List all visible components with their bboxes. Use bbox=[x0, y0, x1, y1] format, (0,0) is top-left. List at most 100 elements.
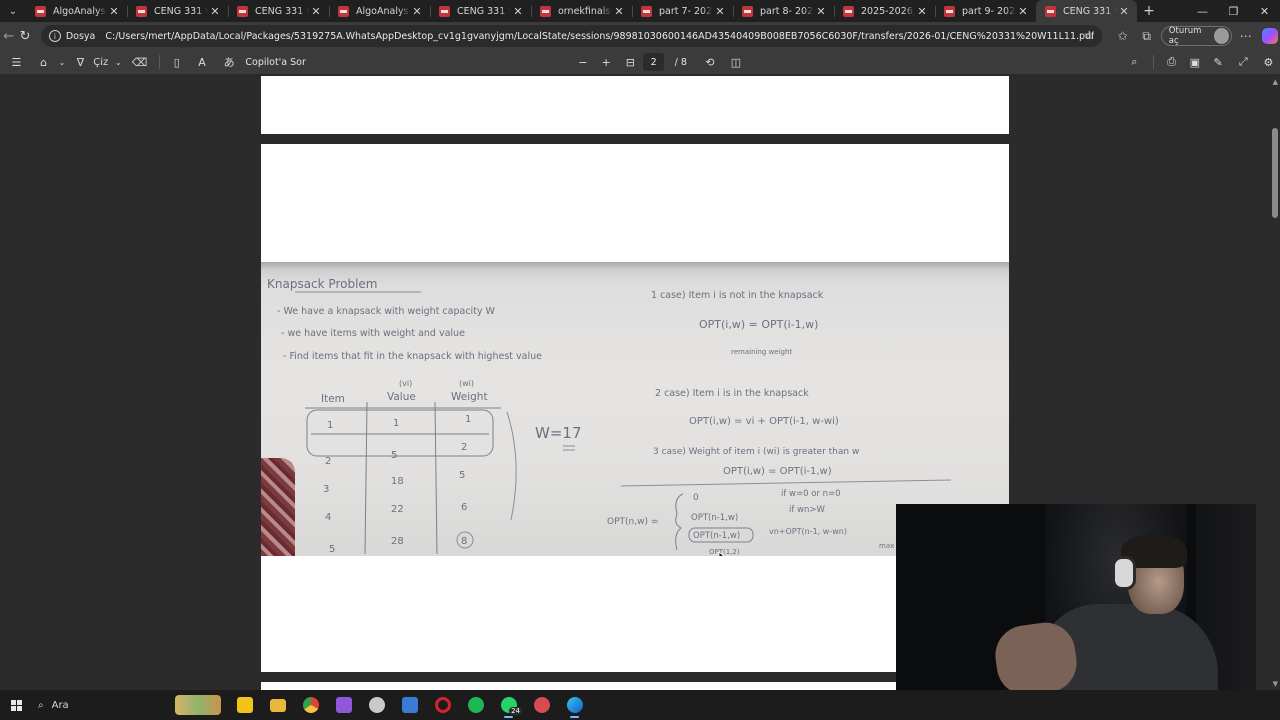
app-icon[interactable] bbox=[360, 690, 393, 720]
close-icon[interactable]: ✕ bbox=[107, 5, 121, 18]
rotate-icon[interactable]: ⟲ bbox=[697, 52, 722, 72]
close-icon[interactable]: ✕ bbox=[915, 5, 929, 18]
close-icon[interactable]: ✕ bbox=[1117, 5, 1131, 18]
table-header: Value bbox=[387, 391, 416, 403]
close-window-button[interactable]: ✕ bbox=[1249, 0, 1280, 22]
whatsapp-icon[interactable]: 24 bbox=[492, 690, 525, 720]
zoom-in-icon[interactable]: + bbox=[594, 52, 617, 72]
chevron-down-icon[interactable]: ⌄ bbox=[110, 52, 126, 72]
url-text[interactable]: C:/Users/mert/AppData/Local/Packages/531… bbox=[105, 31, 1094, 42]
tab[interactable]: part 8- 2025.pdf✕ bbox=[733, 0, 834, 22]
close-icon[interactable]: ✕ bbox=[309, 5, 323, 18]
tab-active[interactable]: CENG 331 W11L✕ bbox=[1036, 0, 1137, 22]
case-text: 3 case) Weight of item i (wi) is greater… bbox=[653, 447, 859, 457]
file-explorer-icon[interactable] bbox=[261, 690, 294, 720]
close-icon[interactable]: ✕ bbox=[814, 5, 828, 18]
two-page-icon[interactable]: ◫ bbox=[722, 52, 749, 72]
eraser-icon[interactable]: ⌫ bbox=[126, 52, 153, 72]
scrollbar-thumb[interactable] bbox=[1272, 128, 1278, 218]
board-bullet: - We have a knapsack with weight capacit… bbox=[277, 306, 496, 317]
zoom-out-icon[interactable]: − bbox=[571, 52, 594, 72]
save-as-icon[interactable]: ✎ bbox=[1206, 52, 1229, 72]
tab[interactable]: CENG 331 W9L9✕ bbox=[228, 0, 329, 22]
table-cell: 18 bbox=[391, 476, 404, 487]
tab[interactable]: CENG 331 W12L✕ bbox=[127, 0, 228, 22]
copilot-icon[interactable] bbox=[1260, 25, 1280, 47]
pdf-icon bbox=[237, 5, 248, 17]
new-tab-button[interactable]: + bbox=[1137, 0, 1161, 22]
opera-icon[interactable] bbox=[426, 690, 459, 720]
table-cell: 4 bbox=[325, 512, 331, 523]
contents-icon[interactable]: ☰ bbox=[0, 52, 33, 72]
favorite-star-icon[interactable]: ☆ bbox=[1084, 28, 1095, 42]
translate-icon[interactable]: あ bbox=[217, 52, 242, 72]
settings-gear-icon[interactable]: ⚙ bbox=[1257, 52, 1280, 72]
chrome-icon[interactable] bbox=[294, 690, 327, 720]
highlight-icon[interactable]: ⌂ bbox=[33, 52, 54, 72]
remote-desktop-icon[interactable] bbox=[393, 690, 426, 720]
chevron-down-icon[interactable]: ⌄ bbox=[54, 52, 70, 72]
recurrence-lhs: OPT(n,w) = bbox=[607, 517, 658, 527]
windows-logo-icon bbox=[10, 699, 22, 711]
info-icon[interactable]: i bbox=[48, 30, 61, 42]
more-icon[interactable]: ⋯ bbox=[1236, 25, 1256, 47]
tab-actions-chevron-icon[interactable]: ⌄ bbox=[0, 0, 26, 22]
close-icon[interactable]: ✕ bbox=[612, 5, 626, 18]
start-button[interactable] bbox=[0, 690, 32, 720]
page-number-input[interactable]: 2 bbox=[642, 53, 665, 71]
headset-icon bbox=[1112, 556, 1136, 590]
recurrence-cond: if wn>W bbox=[789, 505, 826, 515]
close-icon[interactable]: ✕ bbox=[511, 5, 525, 18]
spotify-icon[interactable] bbox=[459, 690, 492, 720]
recurrence-line: vn+OPT(n-1, w-wn) bbox=[769, 527, 847, 536]
close-icon[interactable]: ✕ bbox=[208, 5, 222, 18]
table-cell: 1 bbox=[393, 418, 399, 429]
favorites-icon[interactable]: ✩ bbox=[1112, 25, 1132, 47]
board-title: Knapsack Problem bbox=[267, 277, 377, 291]
tab[interactable]: part 7- 2025.pdf✕ bbox=[632, 0, 733, 22]
refresh-icon[interactable]: ↻ bbox=[17, 24, 32, 48]
close-icon[interactable]: ✕ bbox=[713, 5, 727, 18]
recurrence-cond: max bbox=[879, 542, 894, 550]
close-icon[interactable]: ✕ bbox=[1016, 5, 1030, 18]
tab[interactable]: CENG 331 W10L✕ bbox=[430, 0, 531, 22]
visual-studio-icon[interactable] bbox=[327, 690, 360, 720]
recurrence-extra: OPT(1,2) bbox=[709, 548, 740, 556]
minimize-button[interactable]: — bbox=[1187, 0, 1218, 22]
pdf-icon bbox=[742, 5, 753, 17]
read-aloud-icon[interactable]: A bbox=[187, 52, 216, 72]
scroll-down-icon[interactable]: ▼ bbox=[1273, 680, 1278, 688]
snipping-tool-icon[interactable] bbox=[525, 690, 558, 720]
fit-page-icon[interactable]: ⊟ bbox=[618, 52, 643, 72]
copilot-ask-button[interactable]: Copilot'a Sor bbox=[242, 52, 310, 72]
tab[interactable]: ornekfinalsorular✕ bbox=[531, 0, 632, 22]
table-cell: 22 bbox=[391, 504, 404, 515]
edge-icon[interactable] bbox=[558, 690, 591, 720]
restore-button[interactable]: ❐ bbox=[1218, 0, 1249, 22]
close-icon[interactable]: ✕ bbox=[410, 5, 424, 18]
sticky-notes-icon[interactable] bbox=[228, 690, 261, 720]
collections-icon[interactable]: ⧉ bbox=[1137, 25, 1157, 47]
tab[interactable]: part 9- 2025.pdf✕ bbox=[935, 0, 1036, 22]
search-icon: ⌕ bbox=[38, 699, 44, 711]
fullscreen-icon[interactable]: ⤢ bbox=[1230, 52, 1257, 72]
pdf-icon bbox=[439, 5, 450, 17]
draw-label[interactable]: Çiz bbox=[91, 52, 110, 72]
pdf-icon bbox=[843, 5, 854, 17]
signin-button[interactable]: Oturum aç bbox=[1160, 26, 1232, 46]
print-icon[interactable]: ⎙ bbox=[1160, 52, 1183, 72]
back-arrow-icon[interactable]: ← bbox=[1, 24, 16, 48]
tab[interactable]: AlgoAnalysis W3✕ bbox=[26, 0, 127, 22]
tab[interactable]: AlgoAnalysisW8L✕ bbox=[329, 0, 430, 22]
search-icon[interactable]: ⌕ bbox=[1122, 52, 1147, 72]
table-cell: 2 bbox=[461, 442, 467, 453]
scroll-up-icon[interactable]: ▲ bbox=[1273, 78, 1278, 86]
recurrence-cond: if w=0 or n=0 bbox=[781, 489, 841, 499]
url-field[interactable]: i Dosya C:/Users/mert/AppData/Local/Pack… bbox=[40, 25, 1103, 47]
taskbar-search[interactable]: ⌕ Ara bbox=[38, 700, 168, 711]
widgets-icon[interactable] bbox=[168, 690, 228, 720]
draw-icon[interactable]: ∇ bbox=[70, 52, 91, 72]
page-view-icon[interactable]: ▯ bbox=[166, 52, 187, 72]
save-icon[interactable]: ▣ bbox=[1183, 52, 1206, 72]
tab[interactable]: 2025-2026_Guz✕ bbox=[834, 0, 935, 22]
